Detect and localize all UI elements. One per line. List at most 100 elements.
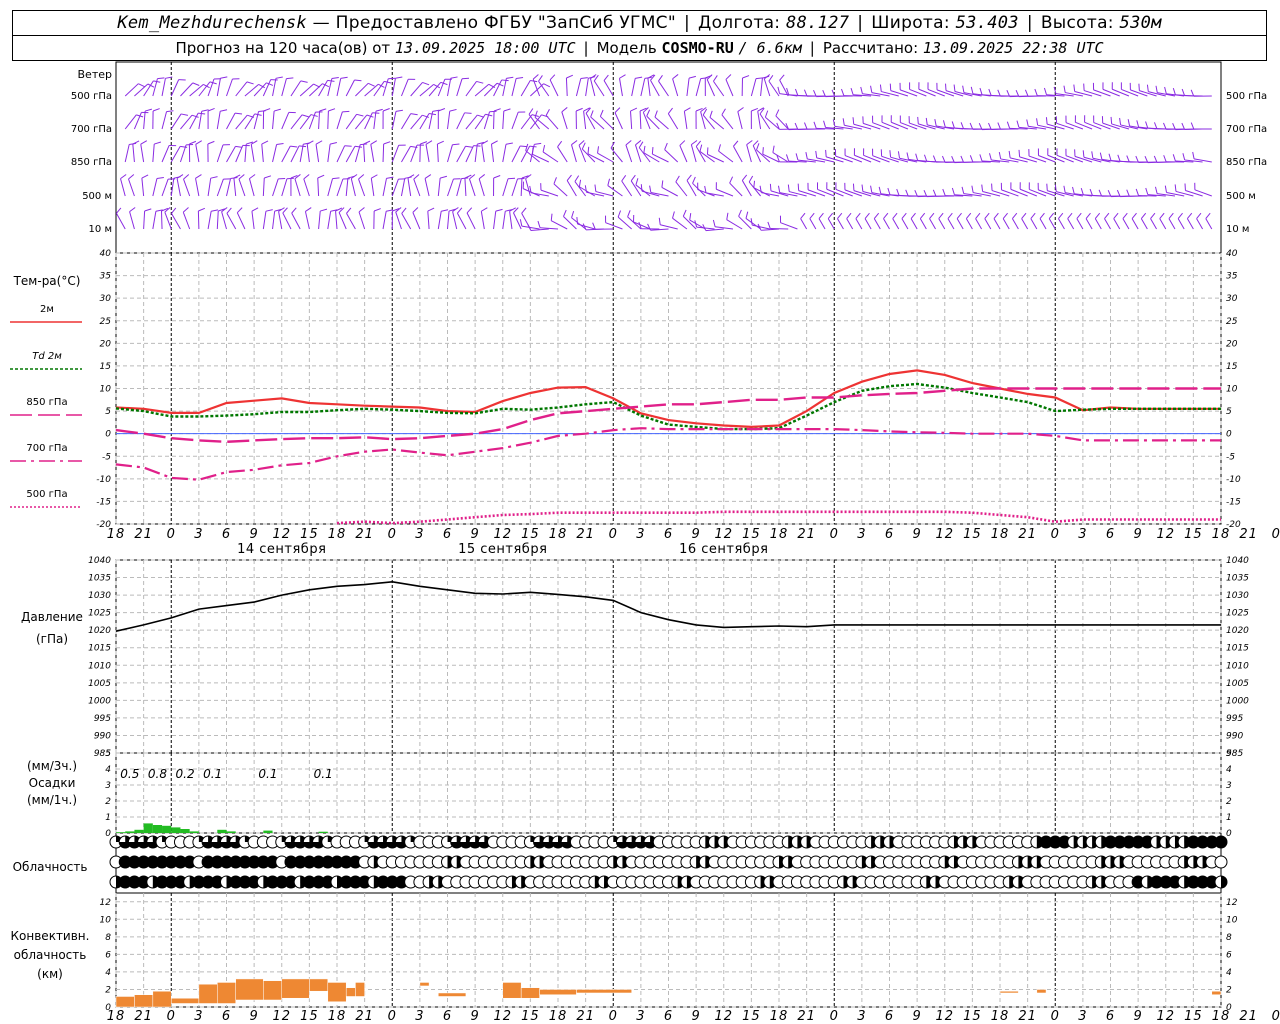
wind-barb: [281, 112, 290, 130]
precip-ytick-left: 5: [105, 749, 111, 759]
pressure-ytick-left: 990: [94, 731, 111, 741]
wind-barb: [872, 122, 890, 130]
wind-barb: [686, 180, 697, 197]
wind-barb: [800, 218, 808, 230]
wind-barb-feather: [654, 110, 658, 118]
wind-barb: [1093, 89, 1111, 97]
wind-barb: [456, 112, 466, 130]
wind-barb: [244, 144, 247, 163]
wind-barb-feather: [823, 120, 827, 128]
conv-xtick: 15: [742, 1009, 761, 1024]
wind-barb-feather: [1190, 122, 1195, 130]
wind-barb-feather: [1164, 185, 1168, 193]
wind-barb-feather: [813, 121, 817, 129]
wind-barb: [545, 115, 559, 130]
wind-barb: [770, 227, 789, 230]
wind-barb: [419, 84, 434, 97]
wind-barb: [345, 114, 358, 130]
wind-barb: [493, 110, 495, 130]
wind-barb-feather: [785, 154, 790, 162]
conv-ytick-right: 12: [1226, 898, 1238, 908]
wind-barb: [226, 112, 236, 130]
conv-xtick: 12: [493, 1009, 512, 1024]
wind-barb-feather: [1153, 122, 1158, 130]
conv-xtick: 18: [107, 1009, 126, 1024]
wind-barb-feather: [721, 108, 726, 116]
temp-xtick: 15: [963, 527, 982, 542]
wind-barb-feather: [265, 209, 273, 212]
temp-ytick-left: 10: [100, 385, 112, 395]
wind-barb: [370, 144, 375, 163]
wind-barb: [738, 215, 752, 230]
wind-barb: [520, 145, 531, 163]
wind-barb: [235, 114, 248, 130]
precip-bar: [125, 831, 135, 833]
precip-bar: [318, 831, 328, 833]
wind-barb-feather: [276, 142, 284, 145]
wind-barb: [490, 144, 495, 163]
wind-barb-feather: [507, 177, 516, 180]
wind-barb-feather: [961, 186, 965, 194]
wind-barb-feather: [610, 141, 615, 149]
wind-barb: [1122, 218, 1130, 230]
wind-barb: [189, 83, 204, 97]
wind-barb-feather: [424, 174, 432, 179]
wind-barb: [1196, 218, 1204, 230]
wind-barb-feather: [1002, 212, 1008, 219]
temp-xtick: 12: [272, 527, 291, 542]
wind-barb: [304, 211, 310, 230]
wind-barb-feather: [542, 144, 546, 153]
wind-barb-feather: [441, 209, 449, 212]
wind-barb: [1150, 218, 1157, 230]
temp-ytick-left: 40: [100, 249, 112, 259]
temp-xtick: 12: [493, 527, 512, 542]
wind-barb: [447, 78, 452, 97]
wind-barb: [855, 218, 863, 230]
wind-barb-feather: [1192, 151, 1195, 159]
wind-barb-feather: [879, 84, 882, 92]
wind-barb: [427, 211, 430, 230]
wind-barb-feather: [695, 140, 702, 147]
wind-barb-feather: [795, 153, 799, 161]
wind-barb: [1021, 218, 1029, 230]
temp-xtick: 18: [549, 527, 568, 542]
wind-barb-feather: [553, 177, 557, 185]
wind-barb: [1177, 218, 1185, 230]
wind-barb: [1009, 127, 1028, 130]
wind-barb-feather: [825, 149, 827, 157]
conv-ytick-right: 10: [1226, 915, 1238, 925]
wind-barb: [652, 153, 669, 163]
wind-level-label-left: 850 гПа: [71, 157, 112, 168]
wind-barb-feather: [956, 212, 962, 219]
conv-cloud-bar: [309, 978, 329, 992]
wind-barb: [1194, 189, 1212, 197]
wind-barb-feather: [1127, 119, 1131, 127]
wind-barb-feather: [425, 140, 433, 145]
conv-ytick-right: 4: [1226, 968, 1232, 978]
wind-barb-feather: [412, 207, 419, 213]
wind-barb-feather: [1146, 84, 1149, 92]
precip-ytick-right: 0: [1226, 829, 1232, 839]
conv-ytick-left: 8: [105, 933, 111, 943]
wind-barb: [549, 79, 559, 97]
wind-barb-feather: [751, 107, 759, 112]
wind-barb-feather: [1145, 187, 1149, 195]
wind-barb-feather: [804, 122, 808, 130]
wind-barb-feather: [1008, 150, 1011, 158]
wind-barb-feather: [934, 119, 937, 127]
wind-barb: [1001, 189, 1019, 197]
conv-xtick: 0: [388, 1009, 397, 1024]
wind-barb-feather: [951, 187, 955, 195]
wind-barb: [633, 221, 651, 230]
wind-barb: [465, 114, 478, 130]
temp-ytick-right: 20: [1226, 339, 1238, 349]
wind-barb-feather: [923, 154, 928, 162]
day-label: 16 сентября: [679, 542, 768, 557]
wind-barb-feather: [331, 76, 339, 79]
conv-xtick: 18: [549, 1009, 568, 1024]
wind-barb-feather: [538, 75, 543, 82]
wind-barb: [281, 178, 288, 197]
temp-ytick-left: 25: [100, 317, 112, 327]
temp-xtick: 6: [664, 527, 673, 542]
temp-xtick: 18: [770, 527, 789, 542]
